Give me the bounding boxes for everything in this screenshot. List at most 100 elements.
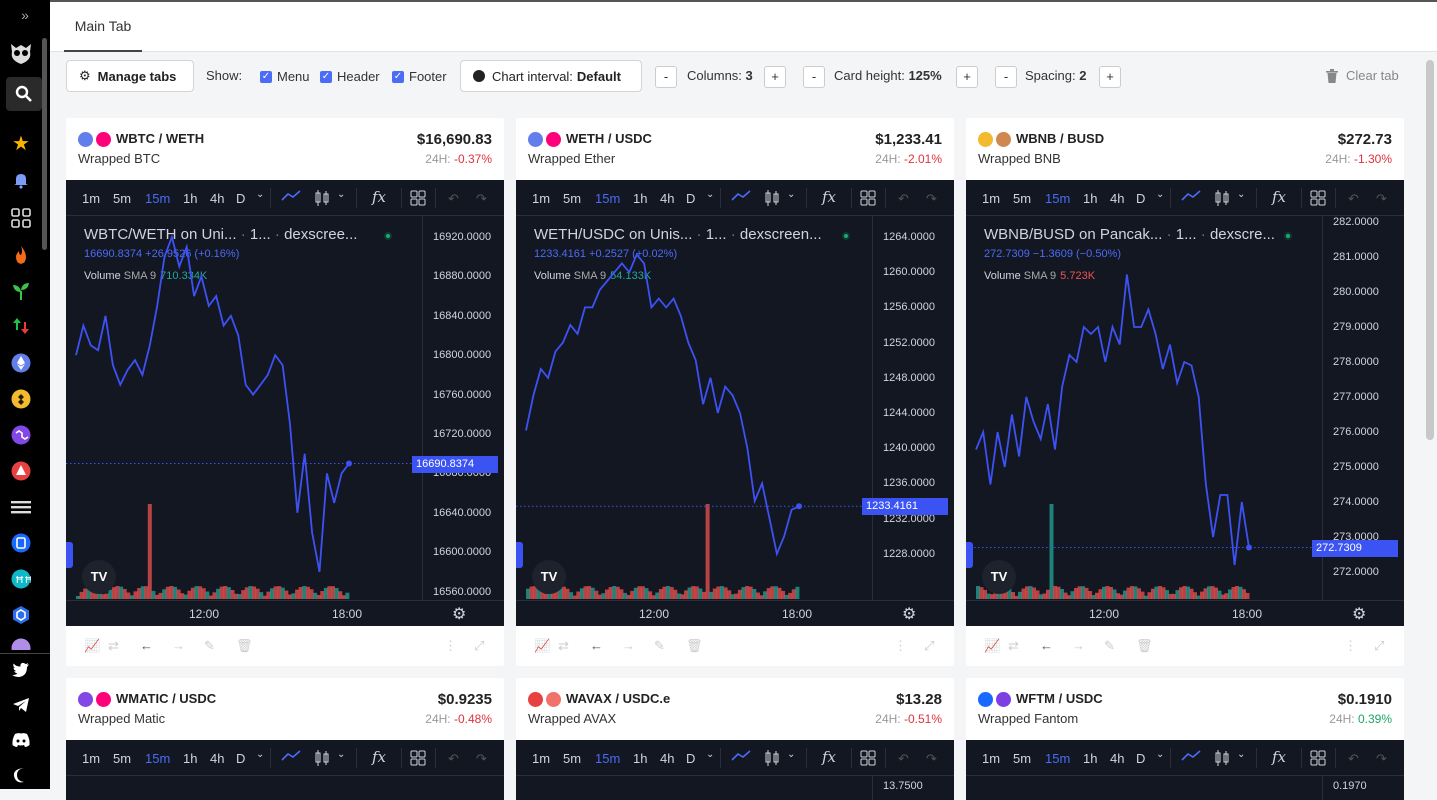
interval-D[interactable]: D <box>236 751 245 766</box>
pencil-icon[interactable]: ✎ <box>1104 638 1115 654</box>
undo-icon[interactable]: ↶ <box>1348 191 1359 207</box>
arbitrum-icon[interactable] <box>8 494 34 520</box>
pair-name[interactable]: WMATIC / USDC <box>116 691 216 706</box>
telegram-icon[interactable] <box>8 692 34 718</box>
redo-icon[interactable]: ↷ <box>476 751 487 767</box>
tradingview-logo-icon[interactable]: TV <box>82 560 116 594</box>
chart-interval-button[interactable]: Chart interval: Default <box>460 60 642 92</box>
more-vertical-icon[interactable]: ⋮ <box>1344 638 1357 654</box>
interval-5m[interactable]: 5m <box>563 751 581 766</box>
pencil-icon[interactable]: ✎ <box>654 638 665 654</box>
interval-1h[interactable]: 1h <box>633 751 647 766</box>
fire-icon[interactable] <box>8 242 34 268</box>
trash-icon[interactable]: 🗑 <box>686 638 703 654</box>
moon-icon[interactable] <box>8 762 34 788</box>
chart-widget[interactable]: 1m 5m 15m 1h 4h D ⌄ ⌄ fx ↶ ↷ WETH/USDC on Uni… <box>516 180 954 626</box>
expand-icon[interactable]: ⤢ <box>1374 638 1384 654</box>
line-chart-icon[interactable] <box>281 750 301 765</box>
pencil-icon[interactable]: ✎ <box>204 638 215 654</box>
chart-type-icon[interactable]: 📈 <box>984 638 1000 654</box>
spacing-plus-button[interactable]: + <box>1099 66 1121 88</box>
undo-icon[interactable]: ↶ <box>898 751 909 767</box>
owl-logo-icon[interactable] <box>8 40 34 66</box>
price-axis[interactable]: 0.1970 <box>1322 776 1404 800</box>
polygon-icon[interactable] <box>8 422 34 448</box>
arrow-left-icon[interactable]: ← <box>590 638 603 653</box>
fantom-icon[interactable] <box>8 530 34 556</box>
interval-4h[interactable]: 4h <box>210 751 224 766</box>
redo-icon[interactable]: ↷ <box>476 191 487 207</box>
interval-15m[interactable]: 15m <box>595 751 620 766</box>
tab-main[interactable]: Main Tab <box>64 2 142 52</box>
columns-plus-button[interactable]: + <box>764 66 786 88</box>
chart-widget[interactable]: 1m 5m 15m 1h 4h D ⌄ ⌄ fx ↶ ↷ 13.7500 <box>516 740 954 800</box>
chevron-down-icon[interactable]: ⌄ <box>706 749 714 760</box>
spacing-minus-button[interactable]: - <box>995 66 1017 88</box>
header-checkbox[interactable]: ✓ Header <box>320 69 380 84</box>
interval-1h[interactable]: 1h <box>183 751 197 766</box>
interval-1h[interactable]: 1h <box>1083 751 1097 766</box>
ethereum-icon[interactable] <box>8 350 34 376</box>
manage-tabs-button[interactable]: ⚙ Manage tabs <box>66 60 194 92</box>
columns-minus-button[interactable]: - <box>655 66 677 88</box>
interval-15m[interactable]: 15m <box>1045 751 1070 766</box>
search-icon[interactable] <box>6 77 42 111</box>
redo-icon[interactable]: ↷ <box>1376 191 1387 207</box>
line-chart-icon[interactable] <box>1181 750 1201 765</box>
settings-gear-icon[interactable]: ⚙ <box>1352 604 1366 624</box>
clear-tab-button[interactable]: Clear tab <box>1326 68 1399 83</box>
candles-icon[interactable] <box>1214 749 1230 770</box>
interval-5m[interactable]: 5m <box>113 751 131 766</box>
tradingview-logo-icon[interactable]: TV <box>532 560 566 594</box>
chart-widget[interactable]: 1m 5m 15m 1h 4h D ⌄ ⌄ fx ↶ ↷ 0.1970 <box>966 740 1404 800</box>
avalanche-icon[interactable] <box>8 458 34 484</box>
swap-icon[interactable]: ⇄ <box>558 638 569 654</box>
indicators-fx-icon[interactable]: fx <box>1272 748 1286 766</box>
bnb-icon[interactable] <box>8 386 34 412</box>
interval-1m[interactable]: 1m <box>982 751 1000 766</box>
expand-icon[interactable]: ⤢ <box>924 638 934 654</box>
cronos-icon[interactable]: ĦĦ <box>8 566 34 592</box>
tradingview-logo-icon[interactable]: TV <box>982 560 1016 594</box>
layout-grid-icon[interactable] <box>860 750 876 769</box>
chevron-down-icon[interactable]: ⌄ <box>337 749 345 760</box>
redo-icon[interactable]: ↷ <box>926 191 937 207</box>
interval-15m[interactable]: 15m <box>145 751 170 766</box>
pair-name[interactable]: WETH / USDC <box>566 131 652 146</box>
undo-icon[interactable]: ↶ <box>1348 751 1359 767</box>
indicators-fx-icon[interactable]: fx <box>372 748 386 766</box>
sprout-icon[interactable] <box>8 278 34 304</box>
undo-icon[interactable]: ↶ <box>448 191 459 207</box>
price-axis[interactable]: 1264.0000 1260.0000 1256.0000 1252.0000 1248… <box>872 216 954 600</box>
chart-widget[interactable]: 1m 5m 15m 1h 4h D ⌄ ⌄ fx ↶ ↷ WBNB/BUSD on Pan… <box>966 180 1404 626</box>
chevron-down-icon[interactable]: ⌄ <box>1156 749 1164 760</box>
layout-grid-icon[interactable] <box>1310 750 1326 769</box>
chart-type-icon[interactable]: 📈 <box>84 638 100 654</box>
up-down-arrows-icon[interactable] <box>8 313 34 339</box>
settings-gear-icon[interactable]: ⚙ <box>902 604 916 624</box>
sidebar-scrollbar[interactable] <box>42 38 47 250</box>
undo-icon[interactable]: ↶ <box>898 191 909 207</box>
bell-icon[interactable] <box>8 167 34 193</box>
arrow-left-icon[interactable]: ← <box>1040 638 1053 653</box>
redo-icon[interactable]: ↷ <box>926 751 937 767</box>
price-plot[interactable] <box>516 180 872 600</box>
price-axis[interactable]: 13.7500 <box>872 776 954 800</box>
more-vertical-icon[interactable]: ⋮ <box>444 638 457 654</box>
pair-name[interactable]: WBTC / WETH <box>116 131 204 146</box>
settings-gear-icon[interactable]: ⚙ <box>452 604 466 624</box>
trash-icon[interactable]: 🗑 <box>1136 638 1153 654</box>
price-axis[interactable]: 16920.0000 16880.0000 16840.0000 16800.0000… <box>422 216 504 600</box>
trash-icon[interactable]: 🗑 <box>236 638 253 654</box>
arrow-left-icon[interactable]: ← <box>140 638 153 653</box>
chart-type-icon[interactable]: 📈 <box>534 638 550 654</box>
chevron-down-icon[interactable]: ⌄ <box>1237 749 1245 760</box>
main-scrollbar[interactable] <box>1426 60 1434 440</box>
interval-4h[interactable]: 4h <box>1110 751 1124 766</box>
price-plot[interactable] <box>66 180 422 600</box>
sidebar-handle[interactable] <box>66 542 73 568</box>
interval-1m[interactable]: 1m <box>82 751 100 766</box>
chevron-down-icon[interactable]: ⌄ <box>256 749 264 760</box>
chain-icon[interactable] <box>8 638 34 650</box>
expand-icon[interactable]: ⤢ <box>474 638 484 654</box>
